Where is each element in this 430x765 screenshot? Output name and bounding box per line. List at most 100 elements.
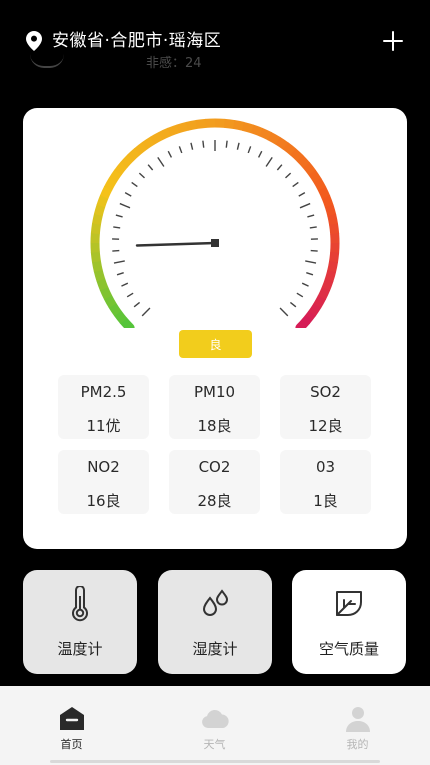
tool-label: 空气质量 xyxy=(318,640,379,658)
gauge-arc-segment xyxy=(327,261,338,273)
gauge-arc-segment xyxy=(321,195,334,208)
gauge-arc-segment xyxy=(90,223,101,234)
gauge-tick xyxy=(157,156,165,167)
thermometer-icon xyxy=(72,586,88,622)
gauge-arc-segment xyxy=(308,303,322,317)
home-icon xyxy=(60,707,84,730)
gauge-tick xyxy=(167,150,173,158)
gauge-tick xyxy=(309,226,317,229)
gauge-arc-segment xyxy=(267,132,281,145)
gauge-tick xyxy=(116,271,124,276)
metric-co2[interactable]: CO2 28良 xyxy=(169,450,260,514)
gauge-arc-segment xyxy=(158,127,172,141)
gauge-arc-segment xyxy=(324,269,337,282)
metric-name: 03 xyxy=(315,458,336,476)
metric-no2[interactable]: NO2 16良 xyxy=(58,450,149,514)
tab-profile[interactable]: 我的 xyxy=(286,686,429,765)
metric-name: PM2.5 xyxy=(80,383,127,401)
gauge-tick xyxy=(138,172,145,179)
gauge-arc-segment xyxy=(275,136,289,150)
metric-value: 11优 xyxy=(86,417,121,435)
gauge-tick xyxy=(236,142,240,150)
metric-pm25[interactable]: PM2.5 11优 xyxy=(58,375,149,439)
tool-label: 温度计 xyxy=(57,640,103,658)
location-text[interactable]: 安徽省·合肥市·瑶海区 xyxy=(52,30,221,52)
aqi-gauge xyxy=(90,118,340,328)
tab-home[interactable]: 首页 xyxy=(0,686,143,765)
hygrometer-button[interactable]: 湿度计 xyxy=(158,570,272,674)
gauge-tick xyxy=(292,181,299,188)
air-quality-button[interactable]: 空气质量 xyxy=(292,570,406,674)
metric-so2[interactable]: SO2 12良 xyxy=(280,375,371,439)
gauge-arc-segment xyxy=(99,186,113,199)
add-city-button[interactable] xyxy=(380,28,406,54)
gauge-arc-segment xyxy=(308,169,322,184)
gauge-arc-segment xyxy=(224,118,235,129)
gauge-arc-segment xyxy=(296,154,310,169)
gauge-tick xyxy=(131,181,138,188)
gauge-tick xyxy=(299,202,311,209)
gauge-arc-segment xyxy=(149,131,164,145)
gauge-tick xyxy=(289,301,297,308)
gauge-tick xyxy=(296,292,304,298)
gauge-arc-segment xyxy=(113,310,128,324)
gauge-arc-segment xyxy=(317,287,331,300)
top-bar: 安徽省·合肥市·瑶海区 非感：24 xyxy=(0,0,430,86)
droplets-icon xyxy=(202,589,229,616)
gauge-arc-segment xyxy=(313,295,326,309)
metric-name: NO2 xyxy=(87,458,120,476)
tab-label: 天气 xyxy=(203,738,226,751)
gauge-arc-segment xyxy=(134,141,148,156)
gauge-arc-segment xyxy=(329,252,340,263)
metric-name: SO2 xyxy=(310,383,341,401)
gauge-arc-segment xyxy=(185,119,198,131)
tab-label: 我的 xyxy=(346,738,369,751)
scrolled-arc xyxy=(30,54,64,68)
metric-value: 1良 xyxy=(313,492,338,510)
gauge-tick xyxy=(305,260,317,264)
gauge-arc-segment xyxy=(114,161,128,176)
gauge-arc-segment xyxy=(329,223,340,235)
thermometer-button[interactable]: 温度计 xyxy=(23,570,137,674)
leaf-icon xyxy=(336,591,362,616)
gauge-arc-segment xyxy=(90,251,101,263)
gauge-arc-segment xyxy=(317,186,331,200)
gauge-arc-segment xyxy=(120,154,134,169)
metric-name: PM10 xyxy=(193,383,236,401)
gauge-tick xyxy=(124,192,132,197)
gauge-tick xyxy=(310,249,318,252)
gauge-arc-segment xyxy=(96,194,109,208)
scrolled-text: 非感：24 xyxy=(146,56,202,71)
tab-weather[interactable]: 天气 xyxy=(143,686,286,765)
gauge-arc-segment xyxy=(295,316,311,328)
gauge-tick xyxy=(113,260,125,264)
gauge-tick xyxy=(225,140,228,148)
gauge-arc-segment xyxy=(92,213,103,225)
gauge-arc-segment xyxy=(327,213,339,226)
metric-pm10[interactable]: PM10 18良 xyxy=(169,375,260,439)
metric-value: 28良 xyxy=(197,492,232,510)
gauge-arc-segment xyxy=(103,294,117,309)
gauge-arc-segment xyxy=(118,316,135,328)
gauge-tick xyxy=(115,214,123,218)
aqi-level-badge: 良 xyxy=(179,330,252,358)
metric-value: 18良 xyxy=(197,417,232,435)
gauge-arc-segment xyxy=(282,142,297,156)
gauge-tick xyxy=(265,156,273,167)
user-icon xyxy=(346,707,370,732)
bottom-tab-bar: 首页 天气 我的 xyxy=(0,686,430,765)
metric-o3[interactable]: 03 1良 xyxy=(280,450,371,514)
gauge-arc-segment xyxy=(108,169,122,183)
gauge-tick xyxy=(307,214,315,218)
gauge-arc-segment xyxy=(126,148,141,162)
gauge-ticks xyxy=(112,140,318,317)
gauge-arc-segment xyxy=(99,286,113,300)
cloud-icon xyxy=(202,709,229,728)
home-indicator xyxy=(50,760,380,763)
gauge-tick xyxy=(121,282,129,287)
gauge-arc-segment xyxy=(176,121,189,134)
gauge-arc-segment xyxy=(302,162,317,176)
plus-icon xyxy=(383,31,403,51)
gauge-arc-segment xyxy=(233,120,245,131)
tool-label: 湿度计 xyxy=(192,640,238,658)
